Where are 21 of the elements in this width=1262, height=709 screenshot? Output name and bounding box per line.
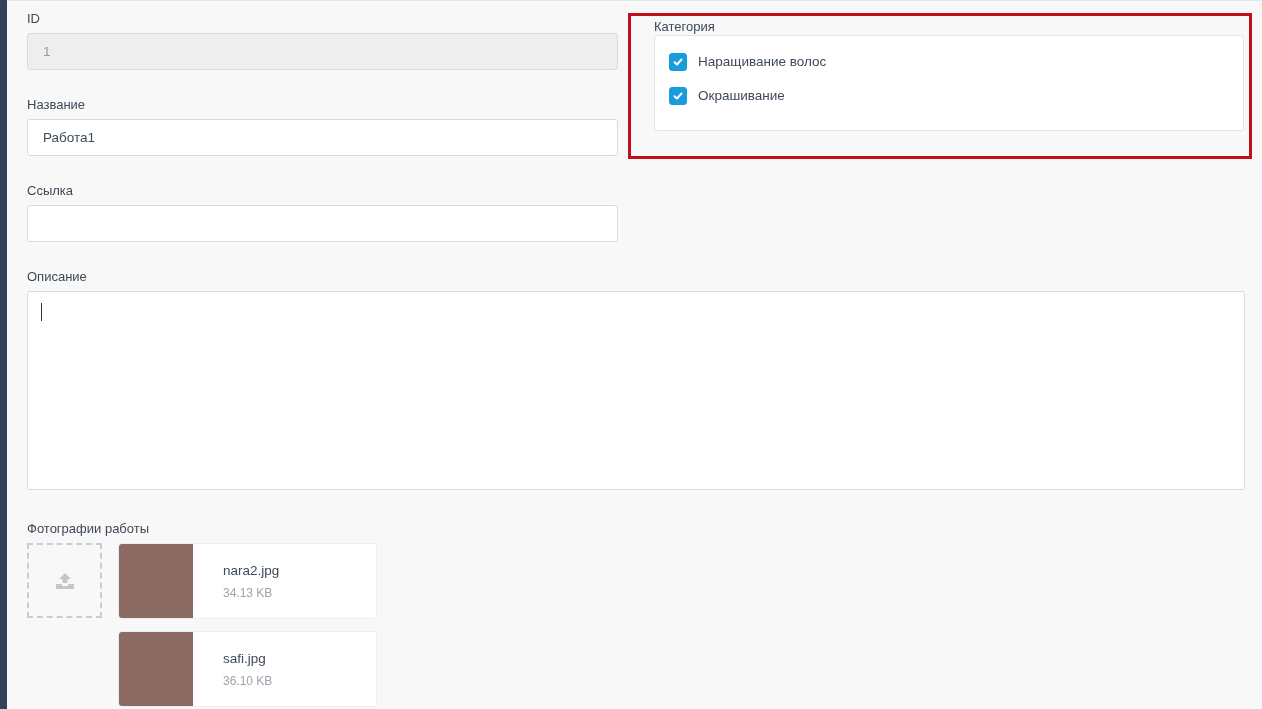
file-name: nara2.jpg	[223, 562, 280, 578]
field-label: Название	[27, 96, 87, 113]
file-name: safi.jpg	[223, 650, 267, 666]
text-field[interactable]	[27, 205, 618, 242]
upload-dropzone[interactable]	[27, 543, 102, 618]
checkbox-label[interactable]: Окрашивание	[698, 88, 785, 103]
checkbox[interactable]	[669, 52, 687, 71]
file-size: 36.10 KB	[223, 673, 273, 688]
text-field[interactable]: Работа1	[27, 119, 618, 156]
file-size: 34.13 KB	[223, 585, 274, 600]
field-label: Категория	[654, 19, 715, 34]
field-label: Фотографии работы	[27, 520, 151, 537]
check-icon	[672, 89, 684, 102]
check-icon	[672, 55, 684, 68]
field-label: Ссылка	[27, 182, 75, 199]
field-label: Описание	[27, 268, 88, 285]
checkbox-label[interactable]: Наращивание волос	[698, 54, 827, 69]
upload-icon	[54, 571, 75, 590]
field-label: ID	[27, 10, 41, 27]
checkbox[interactable]	[669, 86, 687, 105]
description-field[interactable]	[27, 291, 1245, 490]
